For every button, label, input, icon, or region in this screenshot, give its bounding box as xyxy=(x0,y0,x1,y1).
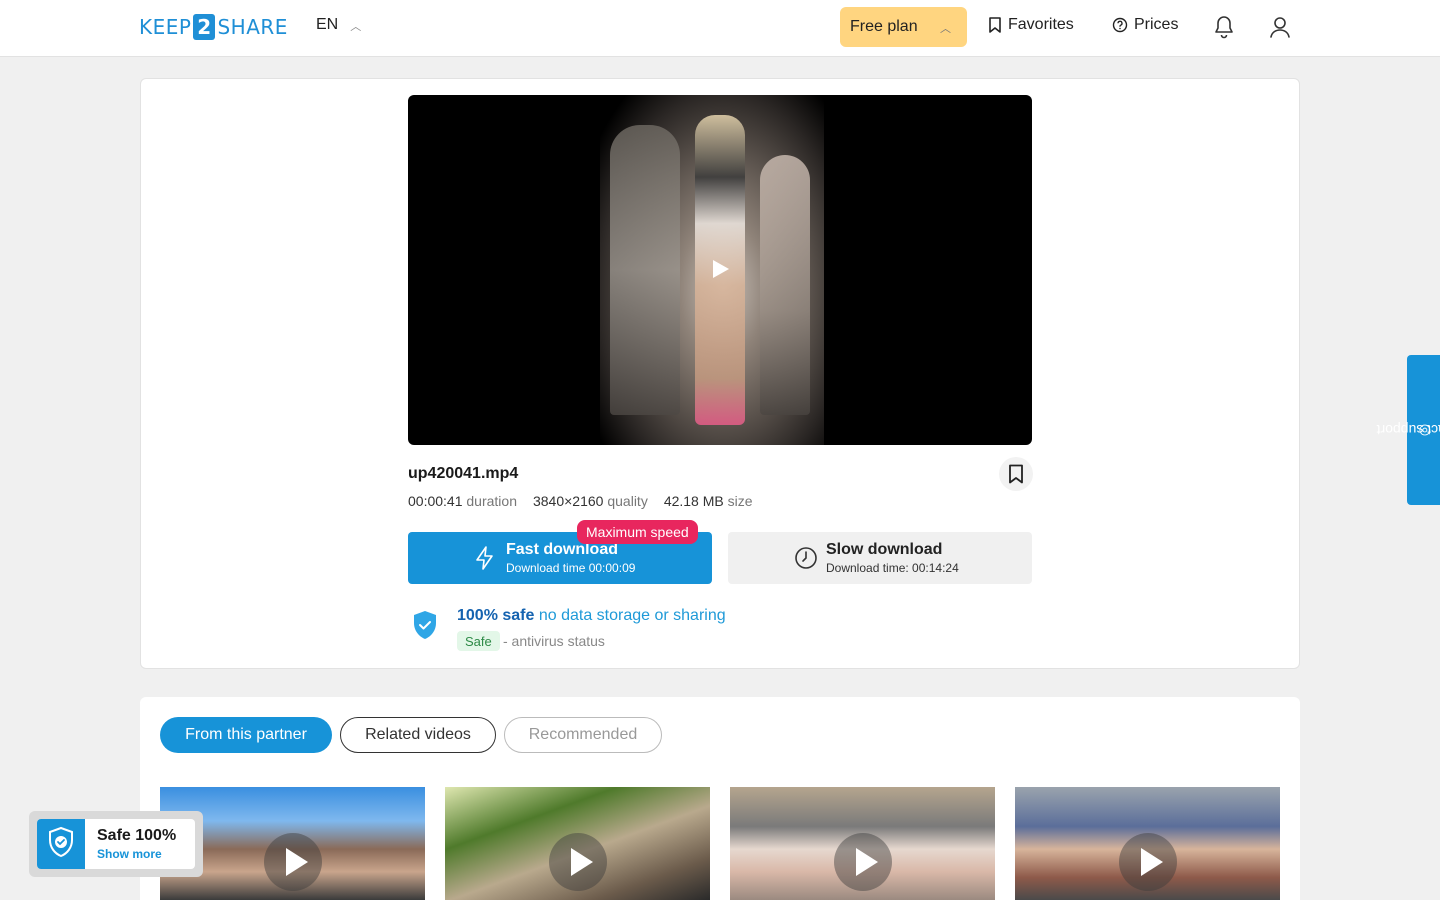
video-preview-frame xyxy=(600,95,824,445)
video-scene-shape xyxy=(760,155,810,415)
safe-widget-icon-panel xyxy=(37,819,85,869)
keep2share-logo[interactable]: KEEP 2 SHARE xyxy=(139,14,288,40)
video-thumbnail[interactable] xyxy=(730,787,995,900)
logo-text-left: KEEP xyxy=(139,15,192,39)
language-label: EN xyxy=(316,16,339,33)
max-speed-badge: Maximum speed xyxy=(577,520,698,544)
user-icon[interactable] xyxy=(1269,15,1291,39)
slow-download-title: Slow download xyxy=(826,541,943,558)
free-plan-dropdown[interactable]: Free plan ︿ xyxy=(840,7,967,47)
bookmark-button[interactable] xyxy=(999,457,1033,491)
show-more-link[interactable]: Show more xyxy=(97,847,162,861)
fast-download-time: Download time 00:00:09 xyxy=(506,561,636,575)
antivirus-badge: Safe xyxy=(457,631,500,651)
logo-number: 2 xyxy=(193,14,216,40)
tab-recommended[interactable]: Recommended xyxy=(504,717,662,753)
quality-meta: 3840×2160 quality xyxy=(532,493,648,509)
play-icon[interactable] xyxy=(713,260,729,278)
top-header: KEEP 2 SHARE EN ︿ Free plan ︿ Favorites … xyxy=(0,0,1440,57)
chevron-up-icon: ︿ xyxy=(350,21,362,33)
play-icon xyxy=(833,833,892,891)
contact-support-tab[interactable]: ◎ contact support xyxy=(1375,355,1440,505)
file-meta: 00:00:41 duration 3840×2160 quality 42.1… xyxy=(408,493,753,509)
help-circle-icon xyxy=(1112,17,1128,33)
shield-check-icon xyxy=(49,826,73,858)
logo-text-right: SHARE xyxy=(217,15,288,39)
prices-link[interactable]: Prices xyxy=(1112,16,1178,34)
safe-widget-body: Safe 100% Show more xyxy=(37,819,195,869)
video-scene-shape xyxy=(610,125,680,415)
play-icon xyxy=(1118,833,1177,891)
play-icon xyxy=(263,833,322,891)
antivirus-status-text: - antivirus status xyxy=(503,633,605,649)
tab-related-videos[interactable]: Related videos xyxy=(340,717,496,753)
clock-icon xyxy=(795,547,817,569)
lightning-icon xyxy=(476,546,493,570)
chevron-up-icon: ︿ xyxy=(940,23,951,35)
favorites-link[interactable]: Favorites xyxy=(988,16,1074,34)
video-thumbnail[interactable] xyxy=(1015,787,1280,900)
safety-headline: 100% safe no data storage or sharing xyxy=(457,607,726,624)
video-player[interactable] xyxy=(408,95,1032,445)
slow-download-button[interactable]: Slow download Download time: 00:14:24 xyxy=(728,532,1032,584)
prices-label: Prices xyxy=(1134,16,1179,33)
contact-support-label: ◎ contact support xyxy=(1375,422,1440,438)
duration-meta: 00:00:41 duration xyxy=(408,493,517,509)
size-meta: 42.18 MB size xyxy=(663,493,753,509)
language-selector[interactable]: EN ︿ xyxy=(316,16,361,34)
bookmark-icon xyxy=(1009,464,1023,484)
video-thumbnail[interactable] xyxy=(445,787,710,900)
play-icon xyxy=(548,833,607,891)
plan-label: Free plan xyxy=(850,18,918,35)
favorites-label: Favorites xyxy=(1008,16,1074,33)
bell-icon[interactable] xyxy=(1213,15,1235,39)
shield-check-icon xyxy=(414,611,436,639)
file-name: up420041.mp4 xyxy=(408,465,519,482)
safe-widget-title: Safe 100% xyxy=(97,827,177,844)
bookmark-icon xyxy=(989,17,1001,33)
slow-download-time: Download time: 00:14:24 xyxy=(826,561,959,575)
tab-from-this-partner[interactable]: From this partner xyxy=(160,717,332,753)
safe-widget[interactable]: Safe 100% Show more xyxy=(29,811,203,877)
